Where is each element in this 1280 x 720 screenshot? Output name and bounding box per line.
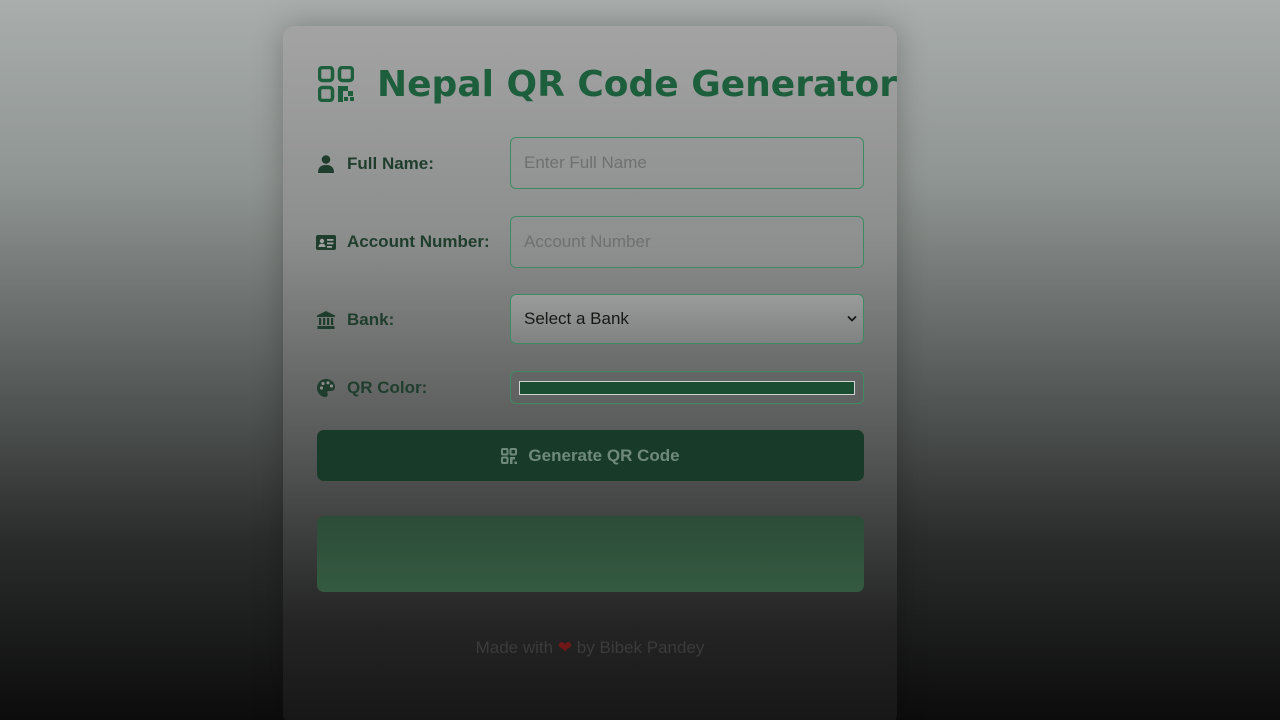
bank-select-value: Select a Bank — [524, 309, 629, 328]
qr-color-label: QR Color: — [316, 376, 427, 400]
chevron-down-icon — [847, 315, 857, 323]
full-name-label-text: Full Name: — [347, 154, 434, 173]
header: Nepal QR Code Generator — [318, 62, 897, 106]
account-number-field[interactable] — [510, 216, 864, 268]
id-card-icon — [316, 234, 336, 250]
generate-qr-button-label: Generate QR Code — [528, 445, 680, 465]
palette-icon — [316, 379, 336, 397]
page-title: Nepal QR Code Generator — [377, 63, 897, 105]
generate-qr-button[interactable]: Generate QR Code — [317, 430, 864, 481]
full-name-field[interactable] — [510, 137, 864, 189]
user-icon — [316, 155, 336, 173]
bank-icon — [316, 311, 336, 329]
qr-color-label-text: QR Color: — [347, 378, 428, 397]
qrcode-icon — [501, 447, 518, 464]
footer-author: by Bibek Pandey — [576, 638, 705, 657]
footer-prefix: Made with — [475, 638, 554, 657]
account-number-label-text: Account Number: — [347, 232, 490, 251]
bank-select[interactable]: Select a Bank — [510, 294, 864, 344]
footer: Made with ❤ by Bibek Pandey — [0, 638, 1180, 658]
heart-icon: ❤ — [557, 638, 573, 657]
account-number-input[interactable] — [524, 232, 844, 252]
bank-label: Bank: — [316, 308, 394, 332]
qr-result-area — [317, 516, 864, 592]
bank-label-text: Bank: — [347, 310, 395, 329]
qr-color-picker[interactable] — [510, 371, 864, 404]
qrcode-icon — [318, 66, 354, 102]
full-name-label: Full Name: — [316, 152, 434, 176]
qr-color-swatch[interactable] — [519, 380, 855, 395]
account-number-label: Account Number: — [316, 230, 490, 254]
full-name-input[interactable] — [524, 153, 844, 173]
